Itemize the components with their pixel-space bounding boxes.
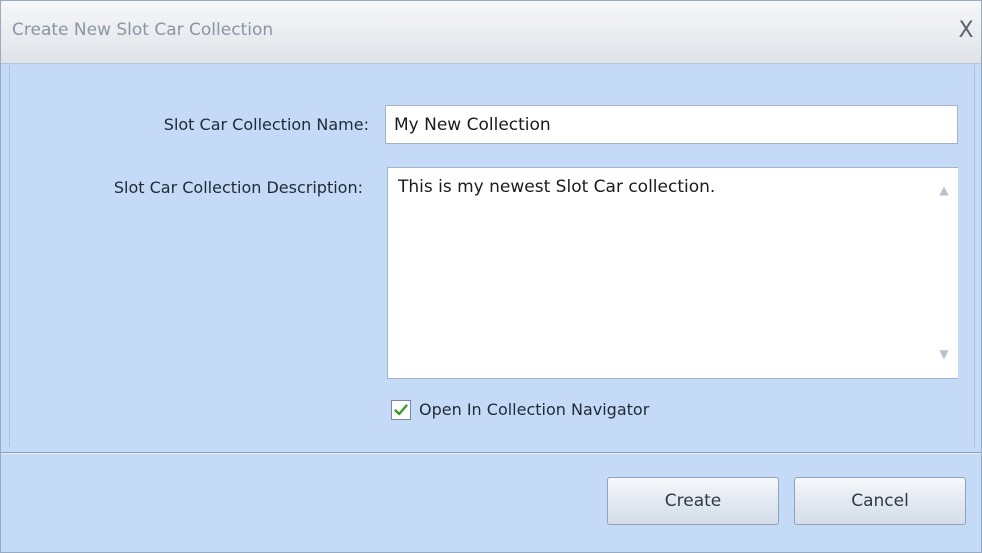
close-button[interactable]: X	[953, 16, 979, 46]
scroll-down-button[interactable]: ▼	[934, 344, 954, 364]
collection-name-label: Slot Car Collection Name:	[163, 115, 369, 134]
collection-description-label: Slot Car Collection Description:	[113, 178, 363, 197]
collection-name-input[interactable]	[385, 105, 958, 144]
collection-description-box: This is my newest Slot Car collection. ▲…	[387, 167, 958, 379]
chevron-down-icon: ▼	[939, 347, 949, 361]
collection-description-input[interactable]: This is my newest Slot Car collection.	[388, 168, 930, 378]
footer-divider	[1, 452, 981, 454]
cancel-button[interactable]: Cancel	[794, 477, 966, 525]
create-collection-dialog: Create New Slot Car Collection X Slot Ca…	[0, 0, 982, 553]
create-button[interactable]: Create	[607, 477, 779, 525]
checkmark-icon	[394, 404, 408, 416]
scroll-up-button[interactable]: ▲	[934, 180, 954, 200]
open-navigator-label[interactable]: Open In Collection Navigator	[419, 400, 649, 419]
dialog-title: Create New Slot Car Collection	[12, 20, 274, 40]
chevron-up-icon: ▲	[939, 183, 949, 197]
open-navigator-checkbox[interactable]	[391, 400, 411, 420]
close-icon: X	[958, 18, 974, 43]
description-scrollbar[interactable]: ▲ ▼	[930, 168, 958, 378]
title-bar[interactable]: Create New Slot Car Collection X	[1, 1, 981, 64]
